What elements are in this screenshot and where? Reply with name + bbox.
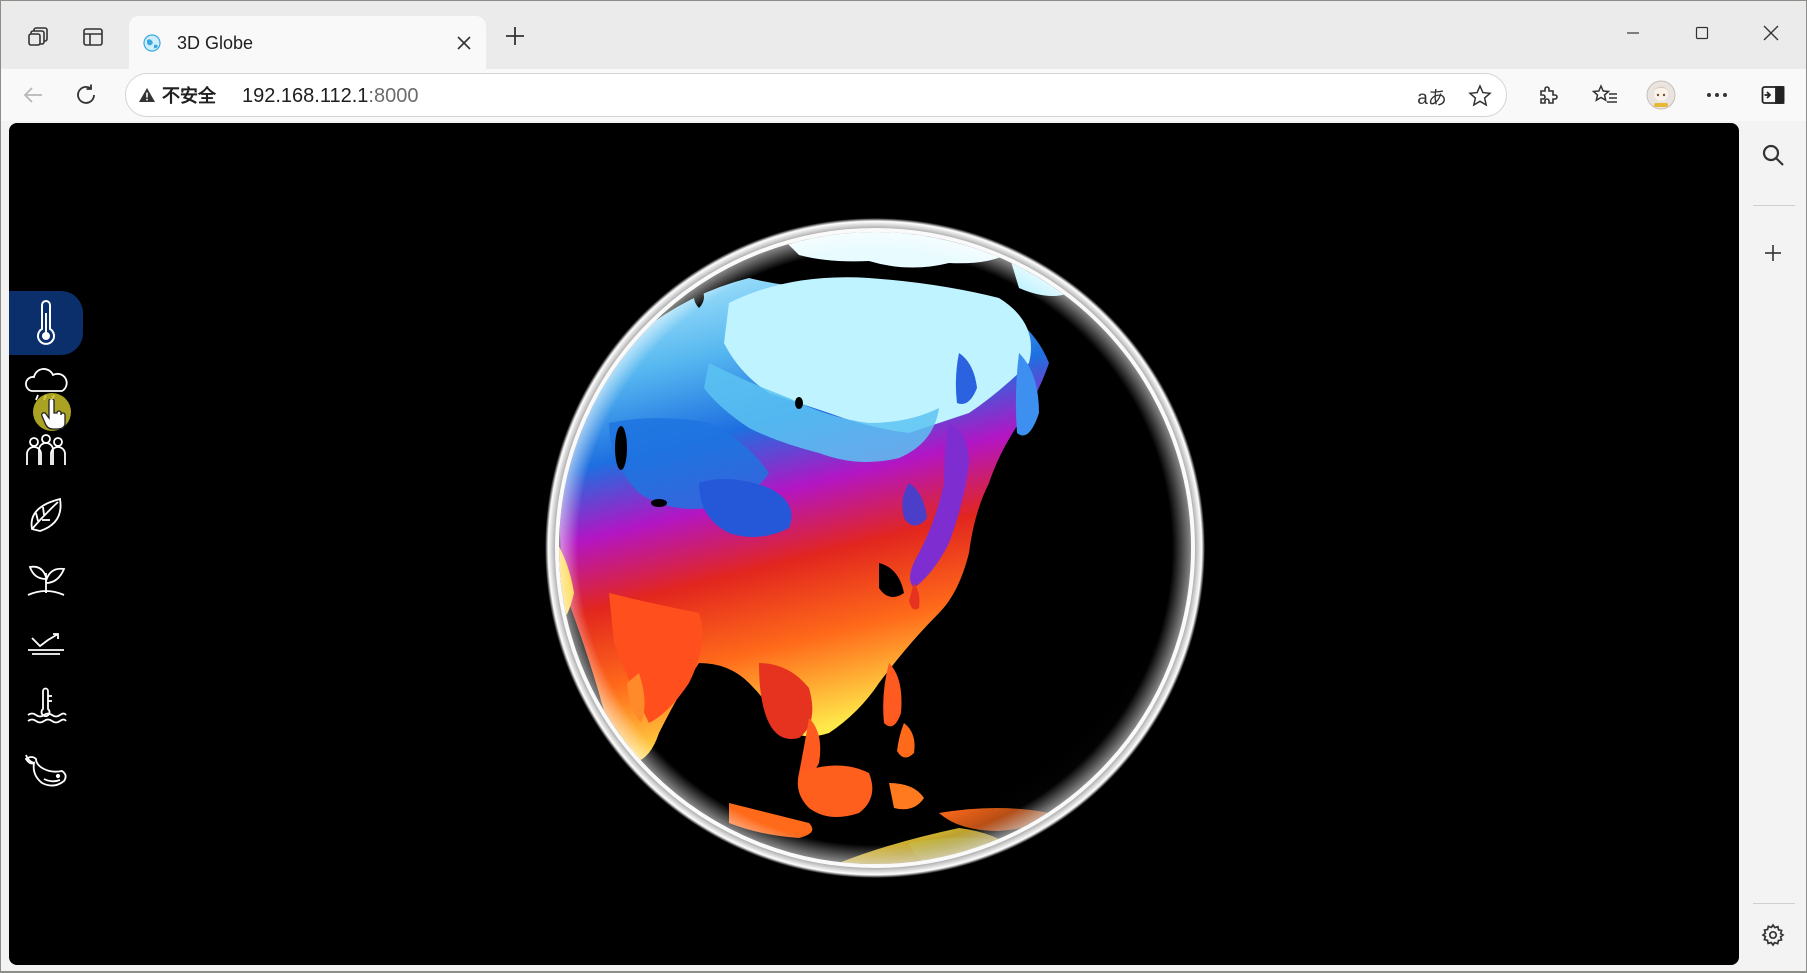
people-icon (26, 434, 66, 465)
back-icon[interactable] (13, 77, 53, 113)
menu-item-sea-temperature[interactable] (9, 675, 83, 739)
whale-icon (24, 754, 67, 787)
warning-icon (139, 88, 155, 102)
thermometer-icon (37, 300, 55, 345)
security-label: 不安全 (162, 86, 216, 106)
sidebar-divider (1753, 903, 1795, 904)
trend-line-icon (28, 633, 64, 655)
tab-3d-globe[interactable]: 3D Globe (129, 16, 486, 69)
tab-bar: 3D Globe (1, 1, 1806, 69)
close-window-icon[interactable] (1751, 15, 1791, 51)
layer-menu (9, 291, 89, 803)
gear-icon[interactable] (1753, 915, 1793, 955)
globe-viewport[interactable] (9, 123, 1739, 965)
water-thermometer-icon (27, 687, 67, 724)
url-host: 192.168.112.1 (242, 85, 369, 107)
add-icon[interactable] (1753, 233, 1793, 273)
more-icon[interactable] (1697, 77, 1737, 113)
tab-title: 3D Globe (177, 33, 254, 53)
translate-icon[interactable]: aあ (1416, 80, 1448, 112)
sidebar-icon[interactable] (1753, 77, 1793, 113)
favorites-list-icon[interactable] (1585, 77, 1625, 113)
new-tab-icon[interactable] (495, 16, 535, 56)
menu-item-marine-life[interactable] (9, 739, 83, 803)
puzzle-icon[interactable] (1528, 77, 1568, 113)
globe-atmosphere-glow (545, 218, 1205, 878)
browser-window: 3D Globe 不安全 192.168.112.1:8000 aあ (1, 1, 1806, 971)
sidebar-divider (1753, 205, 1795, 206)
sprout-icon (27, 565, 66, 596)
star-icon[interactable] (1464, 80, 1496, 112)
menu-item-trend[interactable] (9, 611, 83, 675)
address-bar[interactable]: 不安全 192.168.112.1:8000 aあ (125, 73, 1507, 117)
leaf-icon (30, 497, 62, 532)
menu-item-temperature[interactable] (9, 291, 83, 355)
vertical-tabs-icon[interactable] (73, 17, 113, 57)
url-port: :8000 (368, 85, 419, 107)
profile-avatar[interactable] (1641, 77, 1681, 113)
search-icon[interactable] (1753, 135, 1793, 175)
globe-favicon (143, 34, 161, 52)
close-tab-icon[interactable] (450, 29, 478, 57)
edge-sidebar (1741, 123, 1806, 971)
refresh-icon[interactable] (66, 77, 106, 113)
hand-cursor-icon (41, 399, 66, 430)
menu-item-vegetation[interactable] (9, 483, 83, 547)
workspaces-icon[interactable] (19, 17, 59, 57)
minimize-icon[interactable] (1613, 15, 1653, 51)
url-text[interactable]: 192.168.112.1:8000 (242, 85, 418, 108)
menu-item-agriculture[interactable] (9, 547, 83, 611)
address-toolbar: 不安全 192.168.112.1:8000 aあ (1, 69, 1806, 121)
globe-canvas[interactable] (9, 123, 1739, 965)
site-security-chip[interactable]: 不安全 (138, 83, 216, 107)
maximize-icon[interactable] (1682, 15, 1722, 51)
